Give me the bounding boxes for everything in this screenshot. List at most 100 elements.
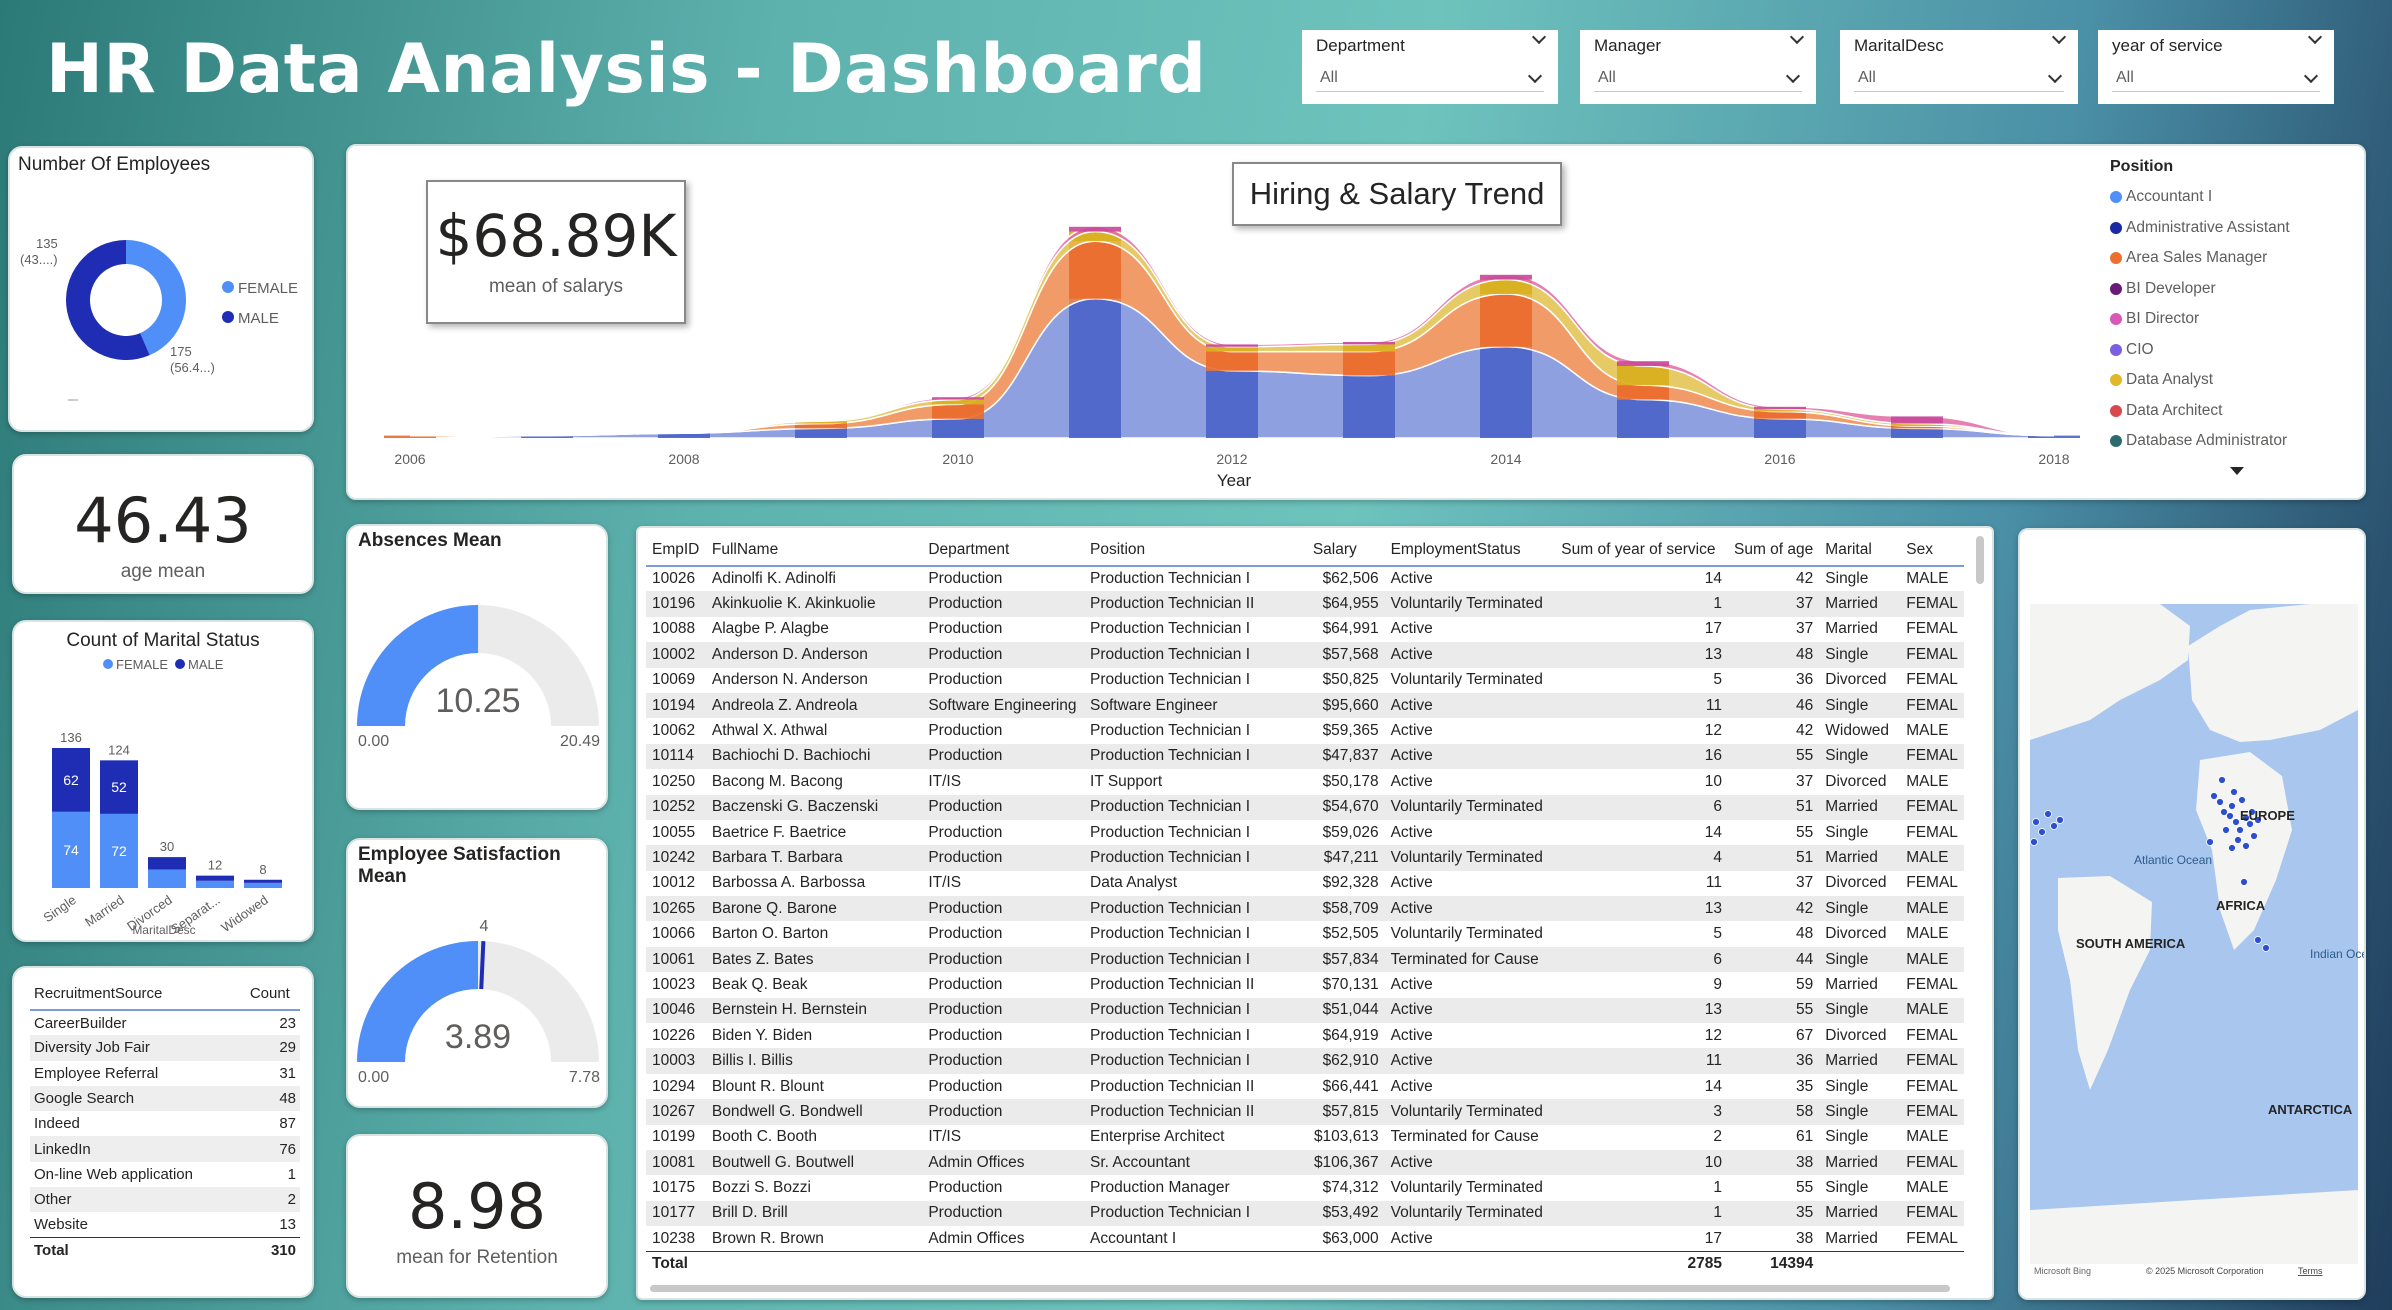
map-terms-link[interactable]: Terms: [2298, 1266, 2323, 1276]
map-marker[interactable]: [2240, 878, 2248, 886]
recruitment-row[interactable]: Employee Referral 31: [30, 1061, 300, 1086]
horizontal-scrollbar[interactable]: [650, 1285, 1950, 1292]
map-marker[interactable]: [2250, 832, 2258, 840]
year-bar[interactable]: [1343, 351, 1395, 376]
legend-item[interactable]: BI Developer: [2110, 274, 2360, 305]
table-row[interactable]: 10175 Bozzi S. Bozzi Production Production …: [646, 1175, 1964, 1200]
column-header[interactable]: EmploymentStatus: [1384, 534, 1556, 567]
table-row[interactable]: 10177 Brill D. Brill Production Production …: [646, 1200, 1964, 1227]
year-bar[interactable]: [1891, 428, 1943, 438]
legend-item[interactable]: Data Architect: [2110, 396, 2360, 427]
recruitment-row[interactable]: Website 13: [30, 1212, 300, 1237]
chevron-down-icon[interactable]: [1527, 68, 1543, 83]
recruitment-row[interactable]: LinkedIn 76: [30, 1136, 300, 1162]
year-bar[interactable]: [1069, 241, 1121, 299]
table-row[interactable]: 10196 Akinkuolie K. Akinkuolie Production P…: [646, 591, 1964, 617]
column-header[interactable]: Position: [1084, 534, 1307, 567]
column-header[interactable]: Salary: [1306, 534, 1385, 567]
year-bar[interactable]: [1480, 274, 1532, 280]
year-bar[interactable]: [932, 418, 984, 438]
map-marker[interactable]: [2232, 818, 2240, 826]
table-row[interactable]: 10061 Bates Z. Bates Production Production …: [646, 946, 1964, 973]
year-bar[interactable]: [1206, 351, 1258, 371]
map-marker[interactable]: [2234, 836, 2242, 844]
table-row[interactable]: 10062 Athwal X. Athwal Production Productio…: [646, 718, 1964, 743]
vertical-scrollbar[interactable]: [1976, 536, 1984, 584]
column-header[interactable]: Marital: [1819, 534, 1901, 567]
chevron-down-icon[interactable]: [2051, 29, 2067, 45]
table-row[interactable]: 10242 Barbara T. Barbara Production Product…: [646, 845, 1964, 871]
bar-female[interactable]: [196, 880, 234, 888]
map-marker[interactable]: [2228, 802, 2236, 810]
map-marker[interactable]: [2206, 838, 2214, 846]
slicer-manager[interactable]: Manager All: [1580, 29, 1816, 104]
column-header[interactable]: Sum of year of service: [1555, 534, 1728, 567]
table-row[interactable]: 10194 Andreola Z. Andreola Software Engine…: [646, 692, 1964, 719]
legend-item[interactable]: Area Sales Manager: [2110, 243, 2360, 274]
map-marker[interactable]: [2050, 822, 2058, 830]
map-marker[interactable]: [2254, 936, 2262, 944]
year-bar[interactable]: [932, 404, 984, 419]
table-row[interactable]: 10012 Barbossa A. Barbossa IT/IS Data Analy…: [646, 871, 1964, 896]
slicer-marital[interactable]: MaritalDesc All: [1840, 29, 2078, 104]
table-row[interactable]: 10294 Blount R. Blount Production Productio…: [646, 1074, 1964, 1099]
legend-item[interactable]: Accountant I: [2110, 182, 2360, 213]
map-marker[interactable]: [2032, 818, 2040, 826]
chevron-down-icon[interactable]: [1789, 29, 1805, 45]
legend-item[interactable]: CIO: [2110, 335, 2360, 366]
bar-male[interactable]: [148, 857, 186, 870]
column-header[interactable]: Department: [922, 534, 1085, 567]
year-bar[interactable]: [1069, 298, 1121, 438]
recruitment-row[interactable]: Other 2: [30, 1187, 300, 1213]
year-bar[interactable]: [1206, 370, 1258, 438]
table-row[interactable]: 10046 Bernstein H. Bernstein Production Pro…: [646, 997, 1964, 1024]
legend-scroll-down-icon[interactable]: [2230, 466, 2244, 475]
legend-item[interactable]: BI Director: [2110, 304, 2360, 335]
map-marker[interactable]: [2056, 816, 2064, 824]
table-row[interactable]: 10069 Anderson N. Anderson Production Produ…: [646, 668, 1964, 693]
year-bar[interactable]: [1754, 418, 1806, 438]
year-bar[interactable]: [1480, 294, 1532, 347]
table-row[interactable]: 10199 Booth C. Booth IT/IS Enterprise Archi…: [646, 1125, 1964, 1150]
map-marker[interactable]: [2222, 826, 2230, 834]
year-bar[interactable]: [795, 428, 847, 438]
map-marker[interactable]: [2242, 842, 2250, 850]
table-row[interactable]: 10055 Baetrice F. Baetrice Production Produ…: [646, 820, 1964, 845]
map-marker[interactable]: [2226, 812, 2234, 820]
year-bar[interactable]: [1617, 399, 1669, 438]
table-row[interactable]: 10023 Beak Q. Beak Production Production Te…: [646, 972, 1964, 997]
year-bar[interactable]: [1617, 385, 1669, 400]
table-row[interactable]: 10238 Brown R. Brown Admin Offices Accounta…: [646, 1226, 1964, 1251]
map-marker[interactable]: [2216, 798, 2224, 806]
year-bar[interactable]: [1206, 344, 1258, 347]
employee-table-viewport[interactable]: EmpID FullName Department Position Salary Emp…: [646, 534, 1964, 1292]
recruitment-row[interactable]: CareerBuilder 23: [30, 1010, 300, 1035]
year-bar[interactable]: [1754, 406, 1806, 410]
table-row[interactable]: 10250 Bacong M. Bacong IT/IS IT Support $50,…: [646, 769, 1964, 794]
bar-male[interactable]: [244, 879, 282, 883]
map-view[interactable]: EUROPE Atlantic Ocean AFRICA SOUTH AMERI…: [2020, 530, 2366, 1300]
column-header[interactable]: EmpID: [646, 534, 706, 567]
bar-male[interactable]: [196, 875, 234, 881]
chevron-down-icon[interactable]: [1531, 29, 1547, 45]
map-marker[interactable]: [2210, 792, 2218, 800]
table-row[interactable]: 10267 Bondwell G. Bondwell Production Produ…: [646, 1099, 1964, 1125]
legend-item[interactable]: Data Analyst: [2110, 365, 2360, 396]
year-bar[interactable]: [1343, 344, 1395, 352]
slicer-year-of-service[interactable]: year of service All: [2098, 29, 2334, 104]
recruitment-row[interactable]: On-line Web application 1: [30, 1162, 300, 1187]
map-marker[interactable]: [2230, 788, 2238, 796]
year-bar[interactable]: [932, 397, 984, 400]
map-marker[interactable]: [2218, 776, 2226, 784]
map-marker[interactable]: [2236, 826, 2244, 834]
column-header[interactable]: Sex: [1900, 534, 1964, 567]
table-row[interactable]: 10088 Alagbe P. Alagbe Production Productio…: [646, 617, 1964, 642]
chevron-down-icon[interactable]: [2307, 29, 2323, 45]
table-row[interactable]: 10066 Barton O. Barton Production Productio…: [646, 921, 1964, 946]
map-marker[interactable]: [2228, 844, 2236, 852]
year-bar[interactable]: [1480, 346, 1532, 438]
map-marker[interactable]: [2238, 796, 2246, 804]
chevron-down-icon[interactable]: [2303, 68, 2319, 83]
map-marker[interactable]: [2038, 828, 2046, 836]
recruitment-row[interactable]: Indeed 87: [30, 1111, 300, 1136]
